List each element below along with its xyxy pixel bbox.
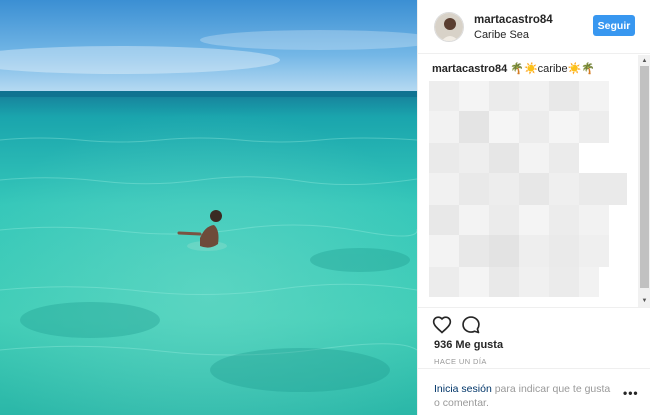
login-prompt: Inicia sesión para indicar que te gusta … bbox=[418, 368, 650, 415]
login-text: Inicia sesión para indicar que te gusta … bbox=[434, 382, 614, 410]
scroll-down-arrow-icon[interactable]: ▼ bbox=[638, 297, 650, 305]
more-options-icon[interactable]: ••• bbox=[623, 386, 639, 400]
post-photo[interactable] bbox=[0, 0, 417, 415]
caption: martacastro84 🌴☀️caribe☀️🌴 bbox=[432, 62, 595, 75]
avatar[interactable] bbox=[434, 12, 464, 42]
post-header: martacastro84 Caribe Sea Seguir bbox=[418, 0, 650, 54]
login-link[interactable]: Inicia sesión bbox=[434, 383, 492, 395]
likes-count[interactable]: 936 Me gusta bbox=[434, 339, 503, 351]
caption-username[interactable]: martacastro84 bbox=[432, 63, 507, 75]
scroll-thumb[interactable] bbox=[640, 66, 649, 288]
scroll-up-arrow-icon[interactable]: ▲ bbox=[638, 57, 650, 65]
comments-area: martacastro84 🌴☀️caribe☀️🌴 bbox=[418, 55, 650, 307]
heart-icon[interactable] bbox=[432, 315, 452, 335]
comments-scrollbar[interactable]: ▲ ▼ bbox=[638, 55, 650, 307]
comment-icon[interactable] bbox=[461, 315, 481, 335]
caption-text: 🌴☀️caribe☀️🌴 bbox=[510, 63, 596, 75]
beach-photo-image bbox=[0, 0, 417, 415]
post-timestamp: HACE UN DÍA bbox=[434, 357, 487, 366]
post-username[interactable]: martacastro84 bbox=[474, 14, 553, 26]
blurred-comments-image bbox=[429, 81, 627, 297]
post-side-panel: martacastro84 Caribe Sea Seguir martacas… bbox=[417, 0, 650, 415]
post-location[interactable]: Caribe Sea bbox=[474, 29, 529, 41]
follow-button[interactable]: Seguir bbox=[593, 15, 635, 36]
